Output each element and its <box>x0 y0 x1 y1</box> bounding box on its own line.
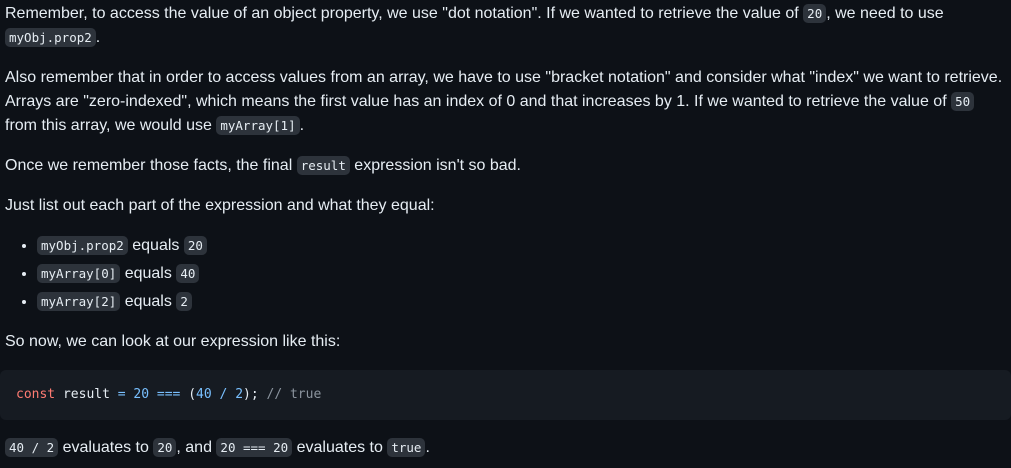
text: equals <box>127 237 184 254</box>
code-number: 40 <box>196 387 212 402</box>
code-operator: === <box>156 387 181 402</box>
code-keyword: const <box>16 387 56 402</box>
inline-code: 40 <box>176 264 200 283</box>
inline-code: 40 / 2 <box>5 438 59 457</box>
list-item: myObj.prop2 equals 20 <box>37 234 1006 258</box>
inline-code: 2 <box>176 292 192 311</box>
paragraph-bracket-notation: Also remember that in order to access va… <box>5 66 1006 138</box>
inline-code: myObj.prop2 <box>5 28 96 47</box>
code-block[interactable]: const result = 20 === (40 / 2); // true <box>0 370 1011 420</box>
code-punctuation: ); <box>243 387 259 402</box>
code-number: 2 <box>235 387 244 402</box>
inline-code: myArray[2] <box>37 292 121 311</box>
list-item: myArray[0] equals 40 <box>37 262 1006 286</box>
equals-list: myObj.prop2 equals 20 myArray[0] equals … <box>5 234 1006 314</box>
inline-code: 20 <box>183 236 207 255</box>
inline-code: result <box>296 156 350 175</box>
text: equals <box>120 293 177 310</box>
text: , we need to use <box>826 5 944 22</box>
code-comment: // true <box>258 387 322 402</box>
inline-code: true <box>387 438 426 457</box>
text: Remember, to access the value of an obje… <box>5 5 804 22</box>
list-item: myArray[2] equals 2 <box>37 290 1006 314</box>
inline-code: myArray[0] <box>37 264 121 283</box>
inline-code: 50 <box>951 92 975 111</box>
text: from this array, we would use <box>5 117 217 134</box>
inline-code: myObj.prop2 <box>37 236 128 255</box>
code-identifier: result <box>55 387 118 402</box>
text: expression isn't so bad. <box>349 157 521 174</box>
text: Once we remember those facts, the final <box>5 157 297 174</box>
inline-code: myArray[1] <box>216 116 300 135</box>
text: Also remember that in order to access va… <box>5 69 1003 110</box>
text: , and <box>176 439 217 456</box>
text: equals <box>120 265 177 282</box>
code-operator: = <box>117 387 126 402</box>
code-operator: / <box>211 387 236 402</box>
code-number: 20 <box>125 387 157 402</box>
text: . <box>299 117 305 134</box>
paragraph-conclusion: 40 / 2 evaluates to 20, and 20 === 20 ev… <box>5 436 1006 460</box>
text: . <box>425 439 430 456</box>
inline-code: 20 === 20 <box>216 438 293 457</box>
inline-code: 20 <box>803 4 827 23</box>
text: evaluates to <box>292 439 388 456</box>
paragraph-dot-notation: Remember, to access the value of an obje… <box>5 2 1006 50</box>
text: . <box>95 29 101 46</box>
paragraph-result-intro: Once we remember those facts, the final … <box>5 154 1006 178</box>
code-punctuation: ( <box>180 387 197 402</box>
inline-code: 20 <box>153 438 177 457</box>
paragraph-expression-intro: So now, we can look at our expression li… <box>5 333 341 350</box>
text: evaluates to <box>58 439 154 456</box>
paragraph-list-intro: Just list out each part of the expressio… <box>5 197 435 214</box>
article-body: Remember, to access the value of an obje… <box>0 0 1011 460</box>
